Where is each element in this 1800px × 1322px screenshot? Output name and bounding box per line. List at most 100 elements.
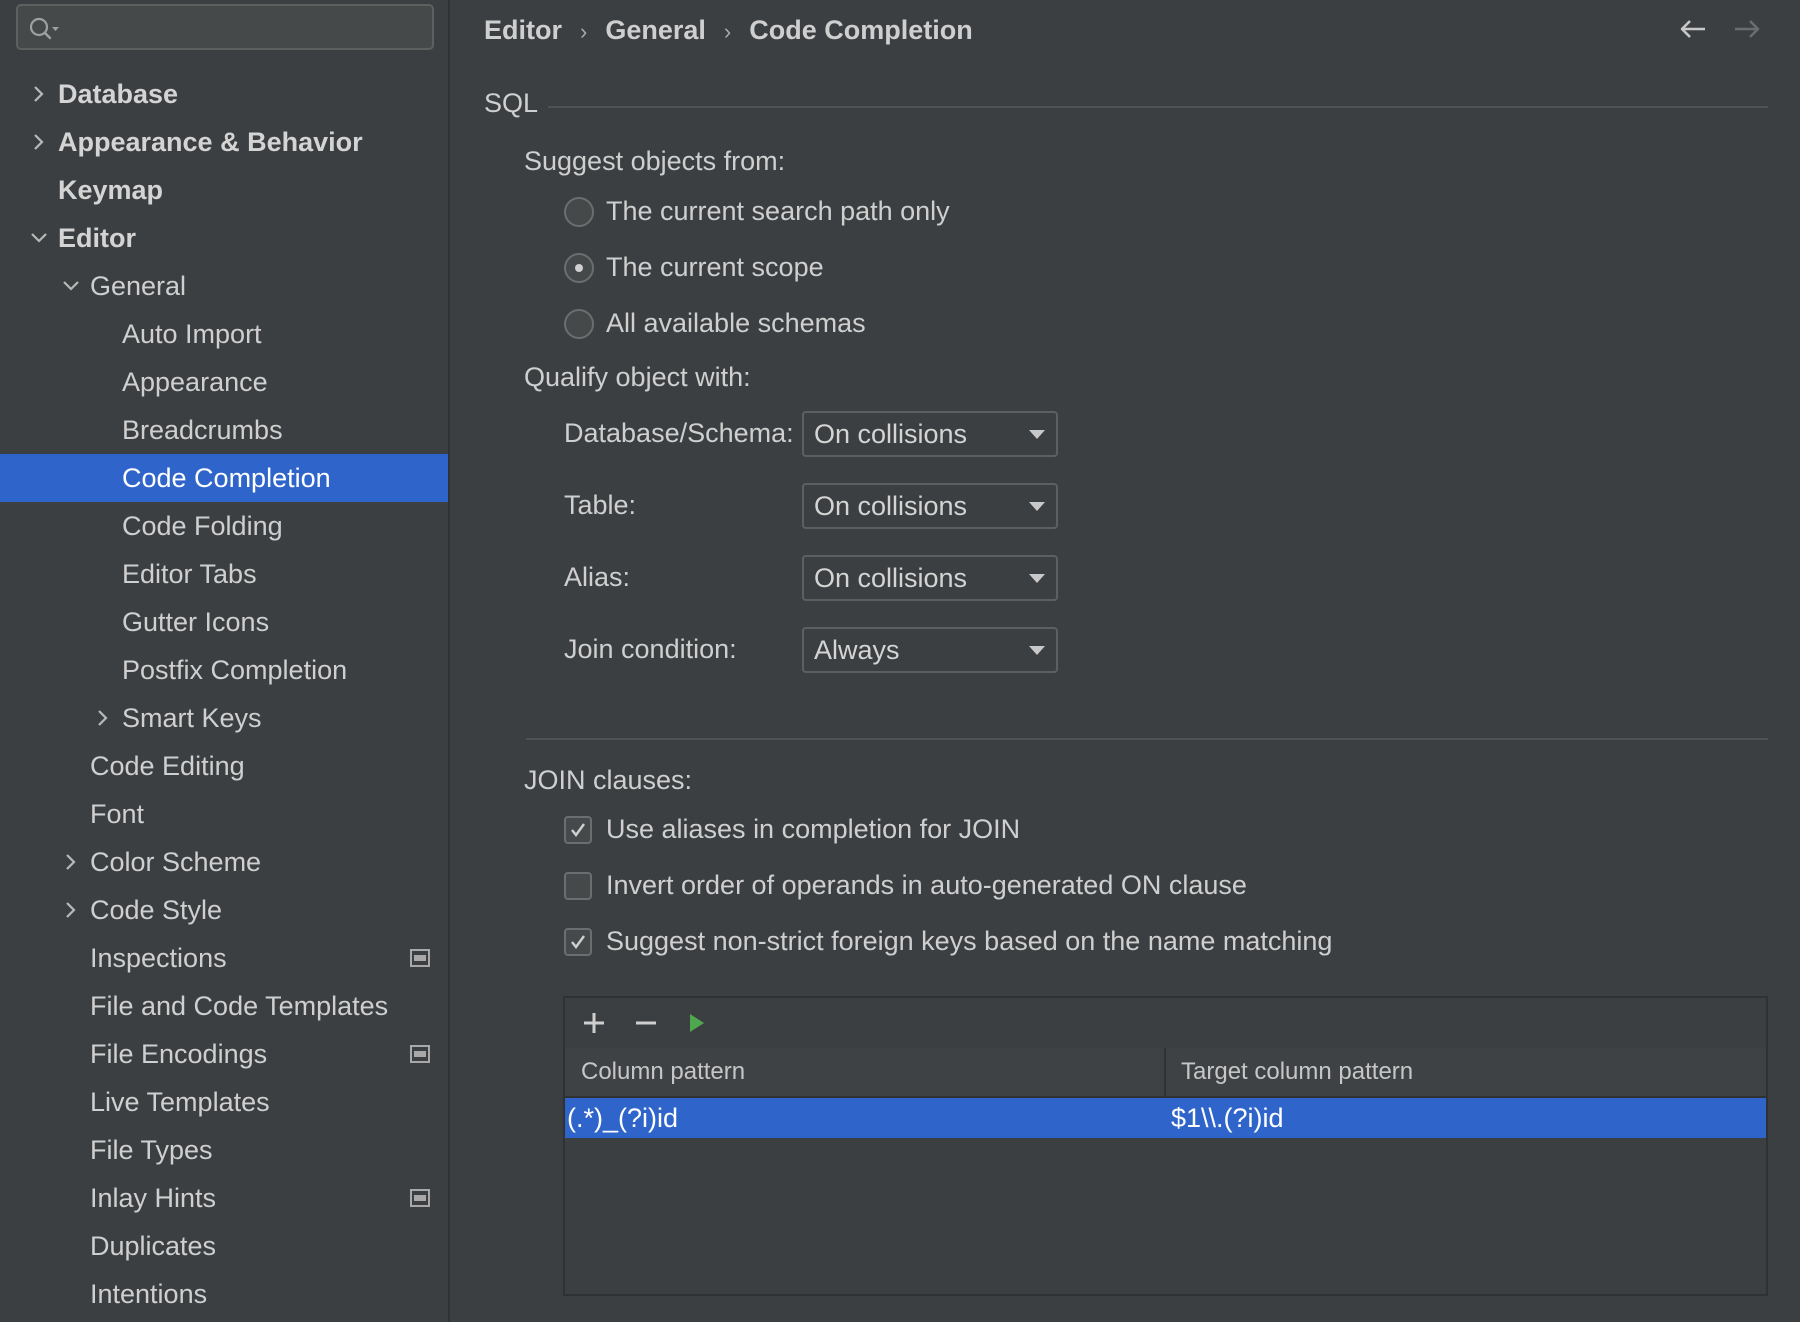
- checkbox[interactable]: [564, 872, 592, 900]
- cell-target-pattern[interactable]: $1\\.(?i)id: [1171, 1098, 1284, 1138]
- sidebar-item-label: File Types: [90, 1126, 213, 1174]
- table-label: Table:: [564, 490, 636, 521]
- search-input[interactable]: [70, 12, 424, 44]
- select-value: On collisions: [814, 485, 967, 527]
- group-divider: [526, 738, 1768, 740]
- run-icon[interactable]: [681, 1008, 711, 1038]
- sidebar-item-label: Inspections: [90, 934, 227, 982]
- join-clauses-label: JOIN clauses:: [524, 765, 692, 796]
- column-header-target-pattern[interactable]: Target column pattern: [1181, 1048, 1413, 1096]
- sidebar-item-smart-keys[interactable]: Smart Keys: [0, 694, 450, 742]
- join-condition-label: Join condition:: [564, 634, 737, 665]
- sidebar-item-live-templates[interactable]: Live Templates: [0, 1078, 450, 1126]
- project-settings-icon: [410, 1189, 430, 1207]
- sidebar-item-label: Font: [90, 790, 144, 838]
- select-value: On collisions: [814, 413, 967, 455]
- sidebar-item-label: Code Folding: [122, 502, 283, 550]
- section-title-sql: SQL: [484, 88, 538, 119]
- sidebar-item-label: Editor: [58, 214, 136, 262]
- suggest-objects-label: Suggest objects from:: [524, 146, 785, 177]
- add-icon[interactable]: [579, 1008, 609, 1038]
- checkbox-label[interactable]: Invert order of operands in auto-generat…: [606, 865, 1247, 905]
- chevron-right-icon[interactable]: [92, 707, 114, 729]
- sidebar-item-code-editing[interactable]: Code Editing: [0, 742, 450, 790]
- radio-button[interactable]: [564, 309, 594, 339]
- select-value: On collisions: [814, 557, 967, 599]
- settings-search[interactable]: [16, 4, 434, 50]
- sidebar-item-label: Database: [58, 70, 178, 118]
- column-header-column-pattern[interactable]: Column pattern: [581, 1048, 745, 1096]
- sidebar-item-postfix-completion[interactable]: Postfix Completion: [0, 646, 450, 694]
- chevron-down-icon[interactable]: [28, 227, 50, 249]
- breadcrumb-general[interactable]: General: [605, 10, 706, 50]
- table-select[interactable]: On collisions: [802, 483, 1058, 529]
- forward-arrow-icon[interactable]: [1732, 14, 1762, 44]
- sidebar-item-inspections[interactable]: Inspections: [0, 934, 450, 982]
- sidebar-item-gutter-icons[interactable]: Gutter Icons: [0, 598, 450, 646]
- sidebar-item-general[interactable]: General: [0, 262, 450, 310]
- search-icon[interactable]: [28, 16, 62, 42]
- breadcrumb: Editor›General›Code Completion: [484, 10, 973, 50]
- radio-label[interactable]: The current scope: [606, 247, 824, 287]
- select-value: Always: [814, 629, 900, 671]
- table-toolbar: [565, 998, 1766, 1050]
- settings-content: Editor›General›Code Completion SQL Sugge…: [450, 0, 1800, 1322]
- chevron-down-icon[interactable]: [60, 275, 82, 297]
- sidebar-item-label: Breadcrumbs: [122, 406, 283, 454]
- sidebar-item-editor[interactable]: Editor: [0, 214, 450, 262]
- chevron-down-icon: [1028, 500, 1046, 512]
- radio-button[interactable]: [564, 253, 594, 283]
- chevron-right-icon[interactable]: [60, 851, 82, 873]
- chevron-right-icon[interactable]: [28, 131, 50, 153]
- sidebar-item-file-types[interactable]: File Types: [0, 1126, 450, 1174]
- sidebar-item-label: Intentions: [90, 1270, 207, 1318]
- database-schema-select[interactable]: On collisions: [802, 411, 1058, 457]
- project-settings-icon: [410, 949, 430, 967]
- sidebar-item-inlay-hints[interactable]: Inlay Hints: [0, 1174, 450, 1222]
- sidebar-item-label: Postfix Completion: [122, 646, 347, 694]
- back-arrow-icon[interactable]: [1678, 14, 1708, 44]
- checkbox[interactable]: [564, 928, 592, 956]
- alias-select[interactable]: On collisions: [802, 555, 1058, 601]
- sidebar-item-database[interactable]: Database: [0, 70, 450, 118]
- sidebar-item-code-completion[interactable]: Code Completion: [0, 454, 450, 502]
- sidebar-item-intentions[interactable]: Intentions: [0, 1270, 450, 1318]
- sidebar-item-duplicates[interactable]: Duplicates: [0, 1222, 450, 1270]
- chevron-right-icon[interactable]: [28, 83, 50, 105]
- sidebar-item-auto-import[interactable]: Auto Import: [0, 310, 450, 358]
- cell-column-pattern[interactable]: (.*)_(?i)id: [567, 1098, 678, 1138]
- breadcrumb-editor[interactable]: Editor: [484, 10, 562, 50]
- column-separator[interactable]: [1164, 1048, 1166, 1096]
- sidebar-item-code-folding[interactable]: Code Folding: [0, 502, 450, 550]
- sidebar-item-code-style[interactable]: Code Style: [0, 886, 450, 934]
- checkbox-label[interactable]: Use aliases in completion for JOIN: [606, 809, 1020, 849]
- breadcrumb-code-completion: Code Completion: [749, 10, 973, 50]
- settings-tree: DatabaseAppearance & BehaviorKeymapEdito…: [0, 70, 450, 1318]
- sidebar-item-file-encodings[interactable]: File Encodings: [0, 1030, 450, 1078]
- sidebar-item-label: General: [90, 262, 186, 310]
- table-row[interactable]: (.*)_(?i)id $1\\.(?i)id: [565, 1098, 1766, 1138]
- chevron-down-icon: [1028, 428, 1046, 440]
- join-condition-select[interactable]: Always: [802, 627, 1058, 673]
- sidebar-item-label: File Encodings: [90, 1030, 267, 1078]
- sidebar-item-appearance[interactable]: Appearance: [0, 358, 450, 406]
- checkmark-icon: [568, 932, 588, 952]
- radio-label[interactable]: The current search path only: [606, 191, 950, 231]
- sidebar-item-label: Auto Import: [122, 310, 262, 358]
- checkbox[interactable]: [564, 816, 592, 844]
- sidebar-item-breadcrumbs[interactable]: Breadcrumbs: [0, 406, 450, 454]
- sidebar-item-editor-tabs[interactable]: Editor Tabs: [0, 550, 450, 598]
- section-separator: [548, 106, 1768, 108]
- sidebar-item-appearance-behavior[interactable]: Appearance & Behavior: [0, 118, 450, 166]
- sidebar-item-color-scheme[interactable]: Color Scheme: [0, 838, 450, 886]
- checkbox-label[interactable]: Suggest non-strict foreign keys based on…: [606, 921, 1332, 961]
- sidebar-item-keymap[interactable]: Keymap: [0, 166, 450, 214]
- remove-icon[interactable]: [631, 1008, 661, 1038]
- sidebar-item-file-and-code-templates[interactable]: File and Code Templates: [0, 982, 450, 1030]
- breadcrumb-separator: ›: [580, 12, 587, 52]
- settings-sidebar: DatabaseAppearance & BehaviorKeymapEdito…: [0, 0, 450, 1322]
- radio-button[interactable]: [564, 197, 594, 227]
- chevron-right-icon[interactable]: [60, 899, 82, 921]
- sidebar-item-font[interactable]: Font: [0, 790, 450, 838]
- radio-label[interactable]: All available schemas: [606, 303, 866, 343]
